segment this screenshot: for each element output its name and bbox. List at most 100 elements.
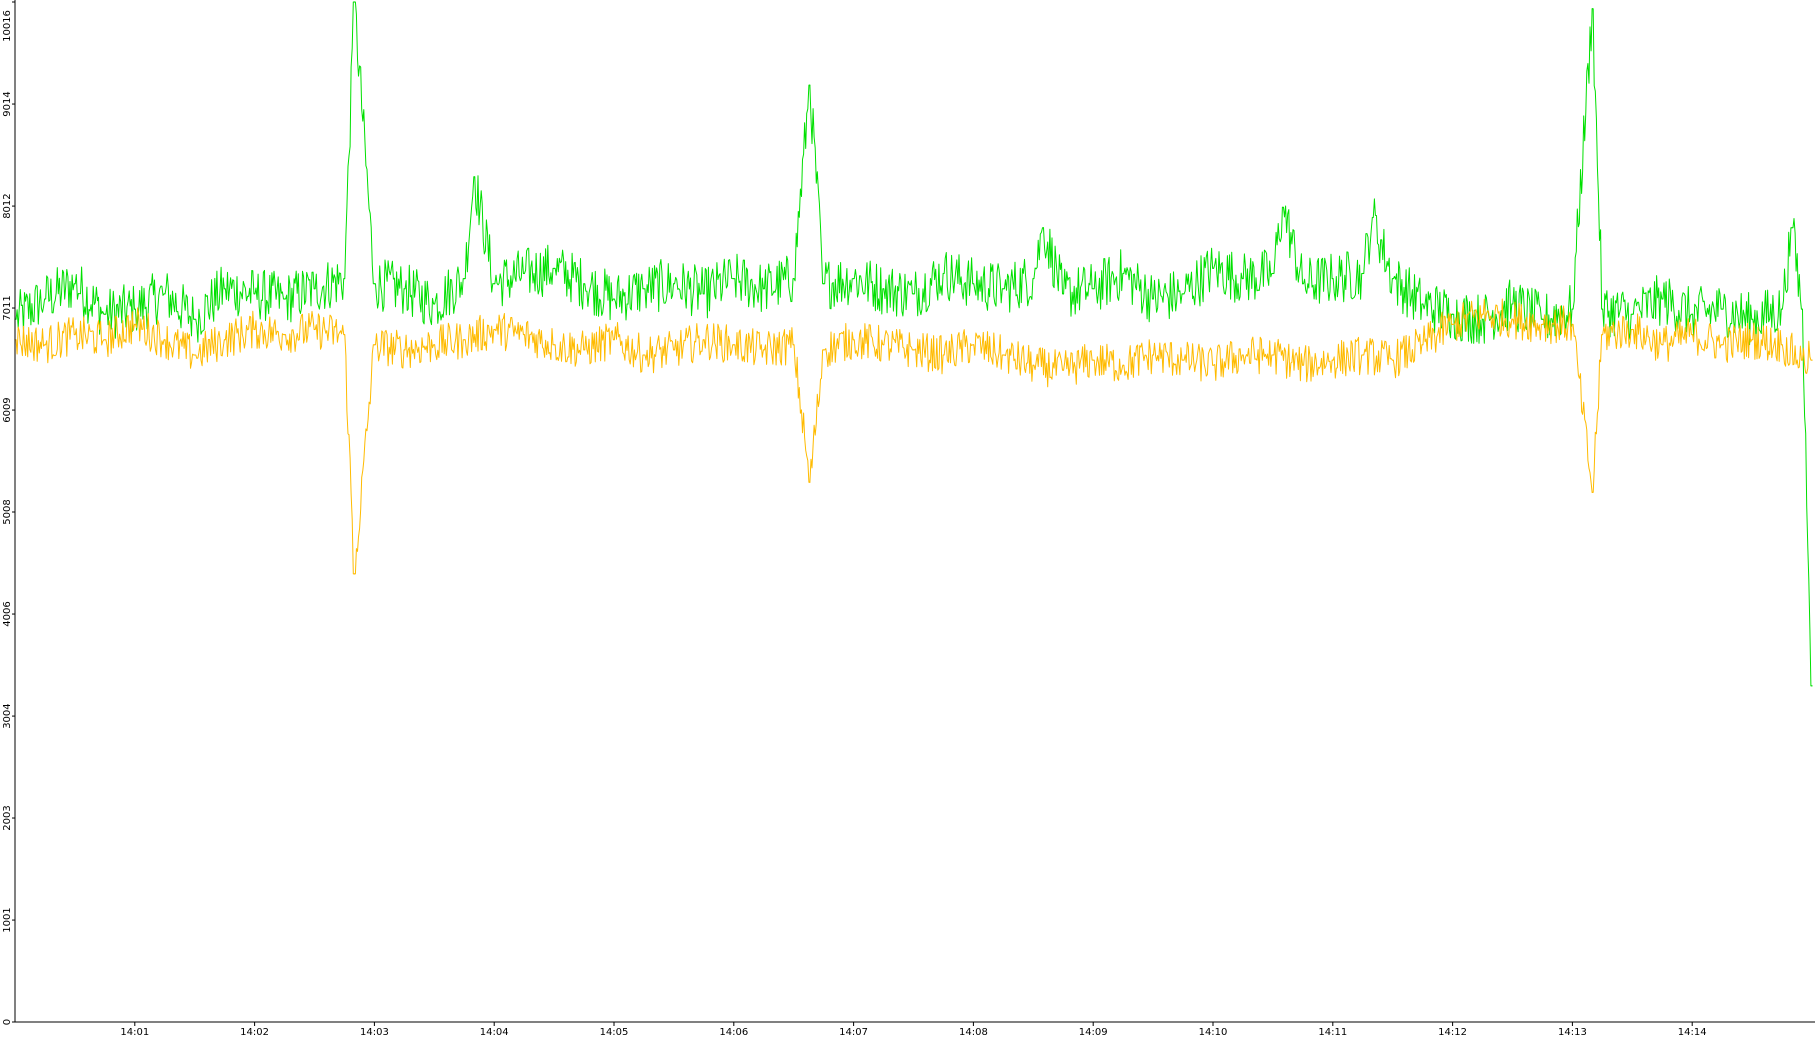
data-point xyxy=(1152,354,1154,356)
data-point xyxy=(1362,272,1364,275)
data-point xyxy=(353,1,355,3)
data-point xyxy=(912,349,915,351)
data-point xyxy=(763,349,765,351)
data-point xyxy=(1751,339,1753,341)
data-point xyxy=(1452,323,1454,325)
data-point xyxy=(1661,344,1663,346)
x-tick-label: 14:01 xyxy=(120,1027,149,1038)
data-point xyxy=(1631,313,1633,315)
data-point xyxy=(164,339,166,341)
data-point xyxy=(583,283,585,285)
x-tick-label: 14:14 xyxy=(1678,1027,1707,1038)
data-point xyxy=(44,298,46,300)
data-point xyxy=(1781,344,1783,346)
y-tick-label: 9014 xyxy=(2,91,13,116)
data-point xyxy=(1092,359,1094,361)
data-point xyxy=(912,293,915,295)
data-point xyxy=(643,288,645,290)
y-tick-label: 5008 xyxy=(2,499,13,524)
x-tick-label: 14:07 xyxy=(839,1027,868,1038)
data-point xyxy=(942,272,945,275)
data-point xyxy=(473,176,475,178)
data-point xyxy=(1122,364,1124,366)
data-point xyxy=(343,278,345,280)
data-point xyxy=(882,344,885,346)
data-point xyxy=(1032,278,1034,280)
data-point xyxy=(1591,8,1593,10)
data-point xyxy=(1092,288,1094,290)
x-tick-label: 14:04 xyxy=(480,1027,509,1038)
data-point xyxy=(1272,272,1274,275)
data-point xyxy=(74,283,76,285)
data-point xyxy=(343,334,345,336)
data-point xyxy=(583,349,585,351)
data-point xyxy=(373,283,375,285)
data-point xyxy=(1481,313,1484,315)
data-point xyxy=(403,349,405,351)
data-point xyxy=(1452,313,1454,315)
x-tick-label: 14:05 xyxy=(600,1027,629,1038)
data-point xyxy=(1811,359,1813,361)
data-point xyxy=(74,334,76,336)
data-point xyxy=(1511,303,1514,305)
data-point xyxy=(1152,298,1154,300)
data-point xyxy=(1242,354,1244,356)
data-point xyxy=(1332,359,1334,361)
y-tick-label: 1001 xyxy=(2,907,13,932)
data-point xyxy=(793,344,795,346)
data-point xyxy=(1272,354,1274,356)
data-point xyxy=(1691,334,1693,336)
data-point xyxy=(284,298,286,300)
x-tick-label: 14:08 xyxy=(959,1027,988,1038)
data-point xyxy=(809,481,811,483)
y-tick-label: 6009 xyxy=(2,397,13,422)
data-point xyxy=(493,283,495,285)
data-point xyxy=(972,344,975,346)
data-point xyxy=(1042,227,1044,229)
data-point xyxy=(1541,318,1544,320)
data-point xyxy=(763,288,765,290)
data-point xyxy=(1422,303,1424,305)
y-tick-label: 3004 xyxy=(2,703,13,728)
data-point xyxy=(823,283,825,285)
data-point xyxy=(1062,369,1064,371)
data-point xyxy=(733,278,735,280)
x-tick-label: 14:10 xyxy=(1199,1027,1228,1038)
data-point xyxy=(353,573,355,575)
data-point xyxy=(1511,318,1514,320)
data-point xyxy=(1591,491,1593,493)
axes-layer xyxy=(14,0,1815,1023)
data-point xyxy=(1721,308,1723,310)
data-point xyxy=(853,278,855,280)
data-point xyxy=(1302,283,1304,285)
x-tick-label: 14:12 xyxy=(1438,1027,1467,1038)
data-point xyxy=(673,349,675,351)
data-point xyxy=(523,272,525,275)
x-axis-ticks: 14:01 14:02 14:03 14:04 14:05 14:06 14:07 14:08… xyxy=(120,1022,1707,1038)
data-point xyxy=(44,344,46,346)
data-point xyxy=(613,339,615,341)
data-point xyxy=(1691,313,1693,315)
x-tick-label: 14:02 xyxy=(240,1027,269,1038)
y-tick-label: 7011 xyxy=(2,295,13,320)
data-point xyxy=(433,303,435,305)
series-line-1 xyxy=(15,1,1812,687)
data-point xyxy=(1811,685,1813,687)
y-tick-label: 8012 xyxy=(2,193,13,218)
data-point xyxy=(463,278,465,280)
data-point xyxy=(1242,278,1244,280)
data-point xyxy=(853,339,855,341)
data-point xyxy=(1212,364,1214,366)
x-tick-label: 14:13 xyxy=(1558,1027,1587,1038)
data-point xyxy=(104,313,106,315)
data-point xyxy=(194,318,196,320)
data-point xyxy=(104,339,106,341)
data-point xyxy=(643,354,645,356)
data-point xyxy=(1601,308,1603,310)
data-point xyxy=(1032,364,1034,366)
data-point xyxy=(1481,318,1484,320)
data-point xyxy=(1282,206,1284,208)
data-point xyxy=(972,283,975,285)
data-point xyxy=(463,339,465,341)
line-chart: 0 1001 2003 3004 4006 5008 6009 7011 8012 9014 100… xyxy=(2,0,1815,1038)
